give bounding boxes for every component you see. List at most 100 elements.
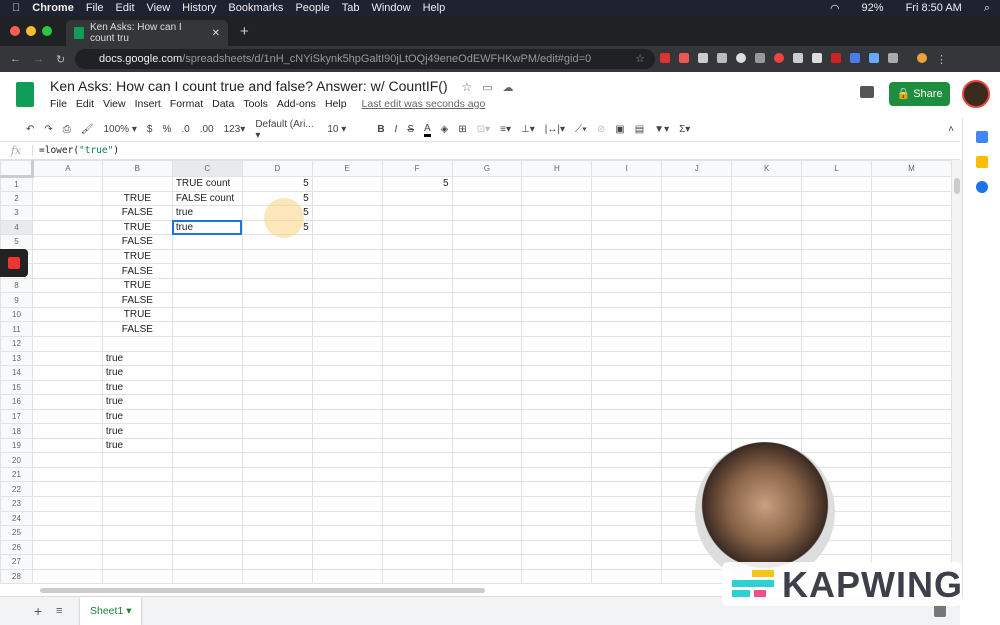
paint-format-icon[interactable]: 🖌	[81, 124, 94, 135]
cell-h17[interactable]	[521, 408, 593, 425]
cell-a22[interactable]	[31, 481, 103, 498]
cell-i23[interactable]	[591, 496, 663, 512]
extension-icon[interactable]	[888, 52, 898, 63]
cell-a28[interactable]	[31, 568, 103, 585]
bold-button[interactable]: B	[377, 124, 384, 135]
cell-e2[interactable]	[311, 190, 383, 207]
cell-e5[interactable]	[311, 234, 383, 250]
cell-i4[interactable]	[591, 219, 663, 236]
cell-c22[interactable]	[171, 481, 243, 498]
functions-button[interactable]: Σ▾	[679, 124, 690, 135]
cell-k6[interactable]	[731, 248, 803, 265]
cell-k14[interactable]	[731, 365, 803, 381]
cell-f19[interactable]	[381, 437, 453, 454]
cell-i5[interactable]	[591, 234, 663, 250]
cell-k1[interactable]	[731, 176, 803, 192]
cell-g3[interactable]	[451, 205, 523, 221]
cell-c5[interactable]	[171, 234, 243, 250]
cell-b22[interactable]	[101, 481, 173, 498]
cell-h13[interactable]	[521, 350, 593, 367]
cell-e13[interactable]	[311, 350, 383, 367]
cell-g4[interactable]	[451, 219, 523, 236]
row-header[interactable]: 3	[0, 205, 33, 221]
cell-i21[interactable]	[591, 466, 663, 483]
cell-a24[interactable]	[31, 510, 103, 527]
cell-k4[interactable]	[731, 219, 803, 236]
cell-b12[interactable]	[101, 336, 173, 352]
cell-k5[interactable]	[731, 234, 803, 250]
cell-f12[interactable]	[381, 336, 453, 352]
cell-i1[interactable]	[591, 176, 663, 192]
cell-d26[interactable]	[241, 539, 313, 556]
cell-a27[interactable]	[31, 554, 103, 570]
cell-h28[interactable]	[521, 568, 593, 585]
cell-e11[interactable]	[311, 321, 383, 338]
cell-d9[interactable]	[241, 292, 313, 308]
cell-b3[interactable]: FALSE	[101, 205, 173, 221]
cell-c15[interactable]	[171, 379, 243, 396]
cell-i10[interactable]	[591, 306, 663, 323]
cell-a15[interactable]	[31, 379, 103, 396]
cell-g10[interactable]	[451, 306, 523, 323]
cell-a7[interactable]	[31, 263, 103, 279]
cell-c11[interactable]	[171, 321, 243, 338]
cell-a20[interactable]	[31, 452, 103, 468]
cell-l12[interactable]	[801, 336, 872, 352]
cell-h24[interactable]	[521, 510, 593, 527]
cell-b10[interactable]: TRUE	[101, 306, 173, 323]
cell-g27[interactable]	[451, 554, 523, 570]
merge-icon[interactable]: ⊡▾	[477, 124, 490, 135]
cell-e12[interactable]	[311, 336, 383, 352]
cell-h19[interactable]	[521, 437, 593, 454]
cell-l15[interactable]	[801, 379, 872, 396]
cell-b9[interactable]: FALSE	[101, 292, 173, 308]
cell-g22[interactable]	[451, 481, 523, 498]
cell-h22[interactable]	[521, 481, 593, 498]
cell-g24[interactable]	[451, 510, 523, 527]
url-bar[interactable]: docs.google.com/spreadsheets/d/1nH_cNYiS…	[75, 49, 655, 69]
cell-m7[interactable]	[870, 263, 952, 279]
cell-f25[interactable]	[381, 525, 453, 541]
cell-e24[interactable]	[311, 510, 383, 527]
column-header-a[interactable]: A	[31, 160, 103, 177]
cell-f27[interactable]	[381, 554, 453, 570]
row-header[interactable]: 21	[0, 466, 33, 483]
cell-g19[interactable]	[451, 437, 523, 454]
cell-i14[interactable]	[591, 365, 663, 381]
cell-m12[interactable]	[870, 336, 952, 352]
cell-i18[interactable]	[591, 423, 663, 439]
cell-l11[interactable]	[801, 321, 872, 338]
cell-b28[interactable]	[101, 568, 173, 585]
cell-b26[interactable]	[101, 539, 173, 556]
apple-icon[interactable]: 	[12, 2, 20, 14]
mac-menu-item[interactable]: Tab	[342, 2, 360, 14]
close-tab-icon[interactable]: ✕	[212, 28, 220, 39]
tasks-icon[interactable]	[975, 181, 988, 193]
cell-f8[interactable]	[381, 277, 453, 294]
cell-m14[interactable]	[870, 365, 952, 381]
cell-c10[interactable]	[171, 306, 243, 323]
cell-m8[interactable]	[870, 277, 952, 294]
cell-i13[interactable]	[591, 350, 663, 367]
cell-j19[interactable]	[661, 437, 733, 454]
extension-icon[interactable]	[869, 52, 879, 63]
cell-f23[interactable]	[381, 496, 453, 512]
new-tab-button[interactable]: +	[240, 23, 249, 40]
cell-e10[interactable]	[311, 306, 383, 323]
cell-m17[interactable]	[870, 408, 952, 425]
cell-a25[interactable]	[31, 525, 103, 541]
cell-i8[interactable]	[591, 277, 663, 294]
cell-f24[interactable]	[381, 510, 453, 527]
cell-b4[interactable]: TRUE	[101, 219, 173, 236]
column-header-d[interactable]: D	[241, 160, 313, 177]
cell-l9[interactable]	[801, 292, 872, 308]
cell-a3[interactable]	[31, 205, 103, 221]
row-header[interactable]: 5	[0, 234, 33, 250]
cell-m19[interactable]	[870, 437, 952, 454]
cell-g1[interactable]	[451, 176, 523, 192]
cell-b5[interactable]: FALSE	[101, 234, 173, 250]
cell-l8[interactable]	[801, 277, 872, 294]
cell-l5[interactable]	[801, 234, 872, 250]
extension-icon[interactable]	[850, 52, 860, 63]
column-header-m[interactable]: M	[870, 160, 952, 177]
